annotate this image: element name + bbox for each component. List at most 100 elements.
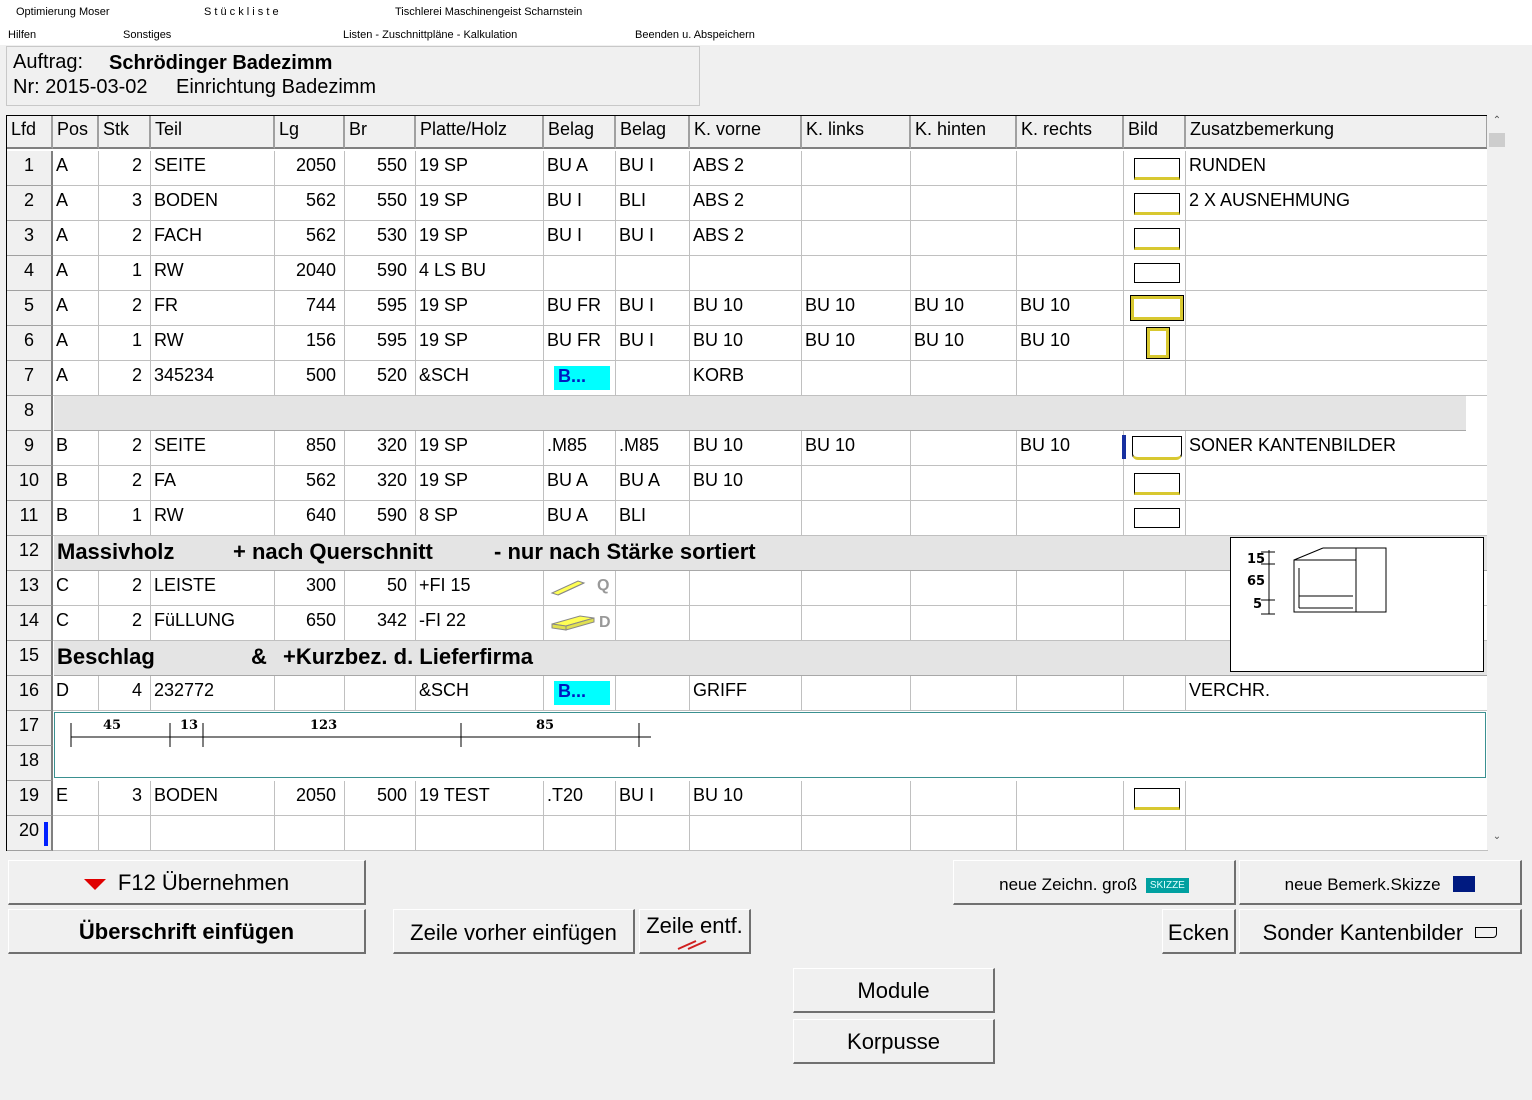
cell-platte[interactable]: 19 SP (416, 326, 544, 361)
cell-empty[interactable] (345, 816, 416, 851)
cell-pos[interactable]: B (53, 431, 99, 466)
cell-belag1[interactable]: BU FR (544, 326, 616, 361)
cell-empty[interactable] (802, 816, 911, 851)
cell-platte[interactable]: &SCH (416, 676, 544, 711)
row-number[interactable]: 1 (7, 151, 53, 186)
belag-select-button[interactable]: B... (554, 366, 610, 390)
cell-kr[interactable] (1017, 151, 1124, 186)
module-button[interactable]: Module (793, 968, 995, 1013)
cell-br[interactable]: 595 (345, 291, 416, 326)
cell-kv[interactable]: BU 10 (690, 781, 802, 816)
edge-image-icon[interactable] (1134, 158, 1180, 180)
cell-pos[interactable]: C (53, 606, 99, 641)
cell-empty[interactable] (1124, 816, 1186, 851)
row-number[interactable]: 3 (7, 221, 53, 256)
cell-teil[interactable]: BODEN (151, 186, 275, 221)
cell-platte[interactable]: 8 SP (416, 501, 544, 536)
cell-belag1[interactable]: BU I (544, 221, 616, 256)
cell-kr[interactable] (1017, 606, 1124, 641)
cell-bem[interactable] (1186, 291, 1488, 326)
cell-belag1[interactable] (544, 256, 616, 291)
column-header[interactable]: Bild (1124, 116, 1186, 149)
cell-platte[interactable]: +FI 15 (416, 571, 544, 606)
edge-image-icon[interactable] (1146, 327, 1170, 359)
cell-teil[interactable]: RW (151, 501, 275, 536)
cell-bem[interactable]: RUNDEN (1186, 151, 1488, 186)
belag-select-button[interactable]: B... (554, 681, 610, 705)
cell-belag1[interactable]: BU A (544, 501, 616, 536)
menu-optimierung[interactable]: Optimierung Moser (16, 6, 110, 18)
cell-kr[interactable] (1017, 466, 1124, 501)
cell-pos[interactable]: D (53, 676, 99, 711)
cell-kv[interactable] (690, 606, 802, 641)
cell-belag2[interactable]: BU I (616, 326, 690, 361)
cell-bem[interactable] (1186, 326, 1488, 361)
cell-kv[interactable]: BU 10 (690, 326, 802, 361)
row-number[interactable]: 17 (7, 711, 53, 746)
row-number[interactable]: 16 (7, 676, 53, 711)
cell-platte[interactable]: 4 LS BU (416, 256, 544, 291)
cell-kl[interactable] (802, 466, 911, 501)
cell-bild[interactable] (1124, 606, 1186, 641)
cell-stk[interactable]: 2 (99, 361, 151, 396)
cell-stk[interactable]: 2 (99, 151, 151, 186)
cell-teil[interactable]: 232772 (151, 676, 275, 711)
menu-beenden[interactable]: Beenden u. Abspeichern (635, 29, 755, 41)
cell-lg[interactable]: 640 (275, 501, 345, 536)
cell-kh[interactable] (911, 186, 1017, 221)
cell-empty[interactable] (911, 816, 1017, 851)
cell-kr[interactable] (1017, 186, 1124, 221)
cell-kh[interactable] (911, 431, 1017, 466)
cell-kl[interactable] (802, 151, 911, 186)
cell-pos[interactable]: B (53, 501, 99, 536)
column-header[interactable]: K. rechts (1017, 116, 1124, 149)
row-number[interactable]: 5 (7, 291, 53, 326)
zeile-vorher-einfuegen-button[interactable]: Zeile vorher einfügen (393, 909, 635, 954)
cell-empty[interactable] (1186, 816, 1488, 851)
cell-kh[interactable] (911, 501, 1017, 536)
cell-br[interactable]: 590 (345, 501, 416, 536)
cell-empty[interactable] (275, 816, 345, 851)
cell-empty[interactable] (616, 816, 690, 851)
menu-stueckliste[interactable]: S t ü c k l i s t e (204, 6, 279, 18)
cell-br[interactable]: 342 (345, 606, 416, 641)
cell-bild[interactable] (1124, 361, 1186, 396)
scroll-thumb[interactable] (1489, 133, 1505, 147)
cell-kr[interactable] (1017, 571, 1124, 606)
cell-kv[interactable]: GRIFF (690, 676, 802, 711)
cell-kl[interactable] (802, 571, 911, 606)
column-header[interactable]: Lfd (7, 116, 53, 149)
cell-teil[interactable]: FA (151, 466, 275, 501)
cabinet-sketch[interactable]: 15 65 5 (1230, 537, 1484, 672)
neue-bemerk-skizze-button[interactable]: neue Bemerk.Skizze (1239, 860, 1522, 905)
row-number[interactable]: 6 (7, 326, 53, 361)
cell-empty[interactable] (690, 816, 802, 851)
row-number[interactable]: 2 (7, 186, 53, 221)
cell-bem[interactable] (1186, 781, 1488, 816)
edge-image-icon[interactable] (1134, 473, 1180, 495)
cell-empty[interactable] (53, 816, 99, 851)
cell-kh[interactable]: BU 10 (911, 326, 1017, 361)
cell-kh[interactable] (911, 466, 1017, 501)
cell-kl[interactable] (802, 361, 911, 396)
cell-kv[interactable]: ABS 2 (690, 221, 802, 256)
cell-belag2[interactable]: BU I (616, 221, 690, 256)
cell-lg[interactable]: 562 (275, 466, 345, 501)
cell-stk[interactable]: 2 (99, 571, 151, 606)
cell-platte[interactable]: -FI 22 (416, 606, 544, 641)
cell-bild[interactable] (1124, 571, 1186, 606)
cell-stk[interactable]: 2 (99, 466, 151, 501)
column-header[interactable]: Teil (151, 116, 275, 149)
cell-kv[interactable]: BU 10 (690, 466, 802, 501)
row-number[interactable]: 15 (7, 641, 53, 676)
cell-belag2[interactable] (616, 361, 690, 396)
scroll-down-icon[interactable]: ⌄ (1487, 831, 1507, 849)
cell-teil[interactable]: RW (151, 326, 275, 361)
cell-kh[interactable] (911, 151, 1017, 186)
cell-kh[interactable] (911, 221, 1017, 256)
column-header[interactable]: K. vorne (690, 116, 802, 149)
cell-platte[interactable]: &SCH (416, 361, 544, 396)
row-number[interactable]: 12 (7, 536, 53, 571)
edge-image-icon[interactable] (1134, 193, 1180, 215)
cell-empty[interactable] (151, 816, 275, 851)
